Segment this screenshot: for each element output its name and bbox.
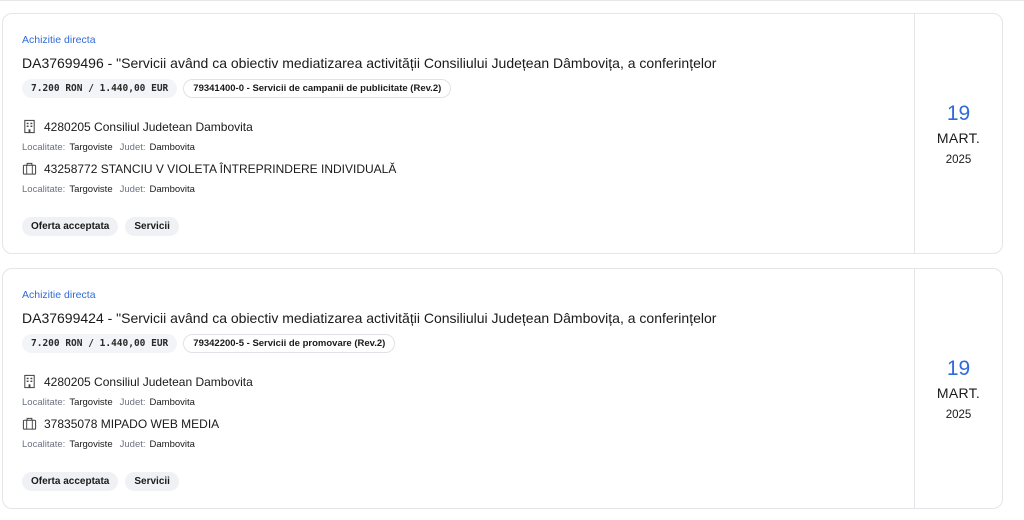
procurement-card[interactable]: Achizitie directa DA37699496 - "Servicii… [2,13,1003,254]
authority-name[interactable]: 4280205 Consiliul Judetean Dambovita [44,375,253,389]
authority-row: 4280205 Consiliul Judetean Dambovita [22,119,253,134]
briefcase-icon [22,417,37,430]
briefcase-icon [22,162,37,175]
procurement-title[interactable]: DA37699496 - "Servicii având ca obiectiv… [22,55,716,71]
authority-location: Localitate: Targoviste Judet: Dambovita [22,397,195,408]
judet-label: Judet: [119,184,146,195]
card-content: Achizitie directa DA37699496 - "Servicii… [3,14,914,253]
localitate-value: Targoviste [69,439,113,450]
supplier-row: 37835078 MIPADO WEB MEDIA [22,416,219,431]
top-divider [0,0,1024,1]
category-tag: Servicii [125,217,179,236]
judet-value: Dambovita [149,184,195,195]
supplier-location: Localitate: Targoviste Judet: Dambovita [22,184,195,195]
tags-row: Oferta acceptata Servicii [22,217,179,236]
localitate-label: Localitate: [22,184,66,195]
date-year: 2025 [945,153,972,166]
date-day: 19 [946,101,971,125]
judet-label: Judet: [119,439,146,450]
procurement-title[interactable]: DA37699424 - "Servicii având ca obiectiv… [22,310,716,326]
cpv-chip: 79342200-5 - Servicii de promovare (Rev.… [183,334,396,353]
value-chip: 7.200 RON / 1.440,00 EUR [22,79,178,98]
localitate-label: Localitate: [22,397,66,408]
judet-value: Dambovita [149,142,195,153]
date-day: 19 [946,356,971,380]
supplier-name[interactable]: 43258772 STANCIU V VIOLETA ÎNTREPRINDERE… [44,162,396,176]
cpv-chip: 79341400-0 - Servicii de campanii de pub… [183,79,452,98]
supplier-location: Localitate: Targoviste Judet: Dambovita [22,439,195,450]
localitate-value: Targoviste [69,142,113,153]
status-tag: Oferta acceptata [22,217,119,236]
procurement-type: Achizitie directa [22,289,96,301]
chips-row: 7.200 RON / 1.440,00 EUR 79341400-0 - Se… [22,79,452,98]
supplier-name[interactable]: 37835078 MIPADO WEB MEDIA [44,417,219,431]
supplier-row: 43258772 STANCIU V VIOLETA ÎNTREPRINDERE… [22,161,396,176]
authority-name[interactable]: 4280205 Consiliul Judetean Dambovita [44,120,253,134]
localitate-value: Targoviste [69,184,113,195]
category-tag: Servicii [125,472,179,491]
tags-row: Oferta acceptata Servicii [22,472,179,491]
date-month: MART. [936,129,981,146]
authority-location: Localitate: Targoviste Judet: Dambovita [22,142,195,153]
localitate-label: Localitate: [22,142,66,153]
card-content: Achizitie directa DA37699424 - "Servicii… [3,269,914,508]
date-panel: 19 MART. 2025 [914,14,1002,253]
building-icon [24,119,35,134]
value-chip: 7.200 RON / 1.440,00 EUR [22,334,178,353]
procurement-type: Achizitie directa [22,34,96,46]
building-icon [24,374,35,389]
localitate-label: Localitate: [22,439,66,450]
judet-value: Dambovita [149,397,195,408]
judet-label: Judet: [119,142,146,153]
status-tag: Oferta acceptata [22,472,119,491]
authority-row: 4280205 Consiliul Judetean Dambovita [22,374,253,389]
chips-row: 7.200 RON / 1.440,00 EUR 79342200-5 - Se… [22,334,396,353]
judet-value: Dambovita [149,439,195,450]
judet-label: Judet: [119,397,146,408]
date-month: MART. [936,384,981,401]
localitate-value: Targoviste [69,397,113,408]
date-year: 2025 [945,408,972,421]
date-panel: 19 MART. 2025 [914,269,1002,508]
procurement-card[interactable]: Achizitie directa DA37699424 - "Servicii… [2,268,1003,509]
